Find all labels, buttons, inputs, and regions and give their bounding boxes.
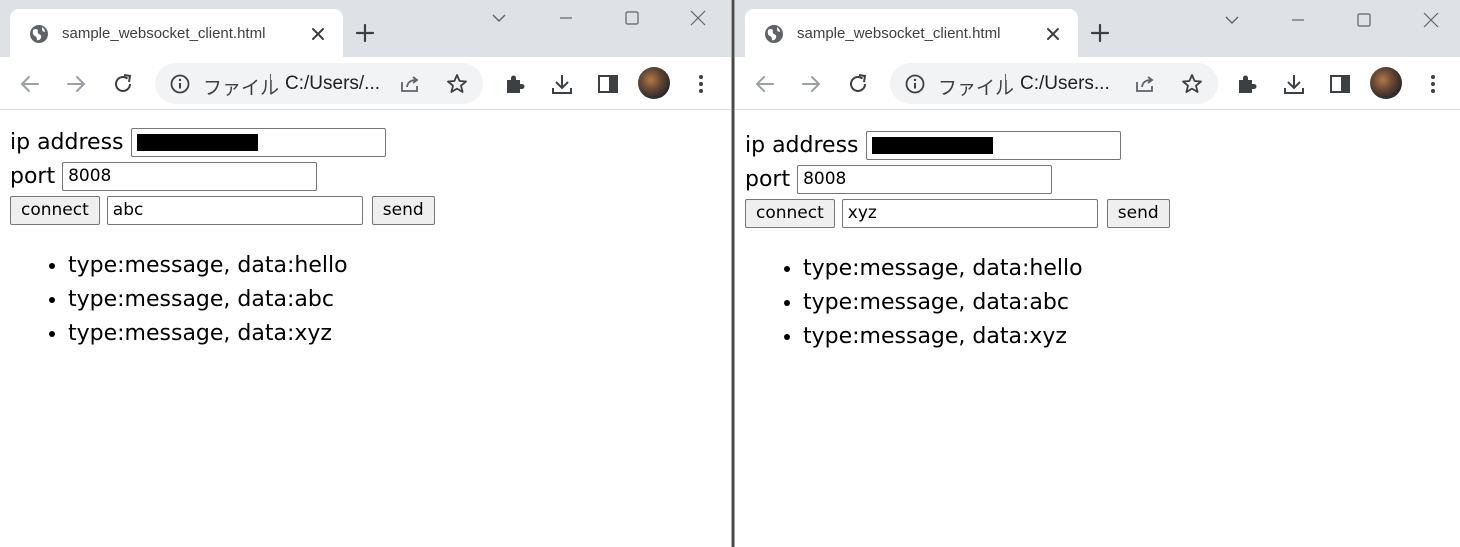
close-icon[interactable] — [1043, 24, 1063, 44]
omnibox-separator — [270, 74, 271, 94]
message-input[interactable]: xyz — [841, 198, 1098, 228]
tab-search-icon[interactable] — [1222, 10, 1242, 30]
redacted-ip — [136, 133, 258, 151]
active-tab[interactable]: sample_websocket_client.html — [745, 9, 1078, 57]
window-close-icon[interactable] — [688, 8, 708, 28]
active-tab[interactable]: sample_websocket_client.html — [10, 9, 343, 57]
ip-input[interactable] — [865, 130, 1121, 160]
ip-label: ip address — [745, 132, 859, 158]
port-row: port 8008 — [745, 162, 1450, 196]
back-arrow-icon[interactable] — [17, 71, 43, 97]
maximize-icon[interactable] — [1354, 10, 1374, 30]
reload-icon[interactable] — [110, 71, 136, 97]
download-icon[interactable] — [549, 71, 575, 97]
download-icon[interactable] — [1281, 71, 1307, 97]
info-icon[interactable] — [169, 73, 191, 95]
message-list: type:message, data:hello type:message, d… — [68, 249, 722, 351]
browser-window-left: sample_websocket_client.html ファイル C:/Use… — [0, 0, 732, 547]
share-icon[interactable] — [398, 72, 422, 96]
ip-input[interactable] — [130, 127, 386, 157]
port-row: port 8008 — [10, 159, 722, 193]
new-tab-icon[interactable] — [1089, 22, 1111, 44]
menu-icon[interactable] — [1420, 71, 1446, 97]
list-item: type:message, data:hello — [803, 252, 1450, 286]
url-text: C:/Users/... — [285, 73, 381, 94]
star-icon[interactable] — [445, 72, 469, 96]
close-icon[interactable] — [308, 24, 328, 44]
extensions-icon[interactable] — [502, 71, 528, 97]
redacted-ip — [871, 136, 993, 154]
side-panel-icon[interactable] — [1327, 71, 1353, 97]
list-item: type:message, data:abc — [803, 286, 1450, 320]
port-input[interactable]: 8008 — [797, 164, 1053, 194]
action-row: connect abc send — [10, 193, 722, 227]
address-bar[interactable]: ファイル C:/Users... — [890, 63, 1218, 104]
ip-row: ip address — [745, 128, 1450, 162]
menu-icon[interactable] — [688, 71, 714, 97]
share-icon[interactable] — [1133, 72, 1157, 96]
ip-label: ip address — [10, 129, 124, 155]
scheme-label: ファイル — [203, 78, 280, 99]
connect-button[interactable]: connect — [10, 195, 100, 225]
message-list: type:message, data:hello type:message, d… — [803, 252, 1450, 354]
avatar[interactable] — [1370, 67, 1402, 99]
send-button[interactable]: send — [1106, 198, 1170, 228]
port-label: port — [745, 166, 791, 192]
page-content: ip address port 8008 connect xyz send ty… — [735, 114, 1460, 547]
forward-arrow-icon[interactable] — [798, 71, 824, 97]
list-item: type:message, data:xyz — [68, 317, 722, 351]
omnibox-separator — [1005, 74, 1006, 94]
side-panel-icon[interactable] — [595, 71, 621, 97]
reload-icon[interactable] — [845, 71, 871, 97]
back-arrow-icon[interactable] — [752, 71, 778, 97]
message-input[interactable]: abc — [106, 195, 363, 225]
minimize-icon[interactable] — [1288, 10, 1308, 30]
new-tab-icon[interactable] — [354, 22, 376, 44]
tab-search-icon[interactable] — [489, 8, 509, 28]
browser-toolbar: ファイル C:/Users/... — [0, 57, 732, 110]
port-label: port — [10, 163, 56, 189]
tab-strip: sample_websocket_client.html — [0, 0, 732, 57]
window-close-icon[interactable] — [1421, 10, 1441, 30]
list-item: type:message, data:hello — [68, 249, 722, 283]
maximize-icon[interactable] — [622, 8, 642, 28]
port-input[interactable]: 8008 — [62, 161, 318, 191]
minimize-icon[interactable] — [556, 8, 576, 28]
address-bar[interactable]: ファイル C:/Users/... — [155, 63, 483, 104]
browser-window-right: sample_websocket_client.html ファイル C:/Use… — [735, 0, 1460, 547]
forward-arrow-icon[interactable] — [63, 71, 89, 97]
browser-toolbar: ファイル C:/Users... — [735, 57, 1460, 110]
globe-icon — [765, 25, 783, 43]
scheme-label: ファイル — [938, 78, 1015, 99]
send-button[interactable]: send — [371, 195, 435, 225]
avatar[interactable] — [638, 67, 670, 99]
globe-icon — [30, 25, 48, 43]
info-icon[interactable] — [904, 73, 926, 95]
extensions-icon[interactable] — [1234, 71, 1260, 97]
tab-title: sample_websocket_client.html — [62, 25, 266, 42]
list-item: type:message, data:abc — [68, 283, 722, 317]
action-row: connect xyz send — [745, 196, 1450, 230]
tab-strip: sample_websocket_client.html — [735, 0, 1460, 57]
connect-button[interactable]: connect — [745, 198, 835, 228]
star-icon[interactable] — [1180, 72, 1204, 96]
ip-row: ip address — [10, 125, 722, 159]
url-text: C:/Users... — [1020, 73, 1110, 94]
tab-title: sample_websocket_client.html — [797, 25, 1001, 42]
page-content: ip address port 8008 connect abc send ty… — [0, 111, 732, 547]
list-item: type:message, data:xyz — [803, 320, 1450, 354]
